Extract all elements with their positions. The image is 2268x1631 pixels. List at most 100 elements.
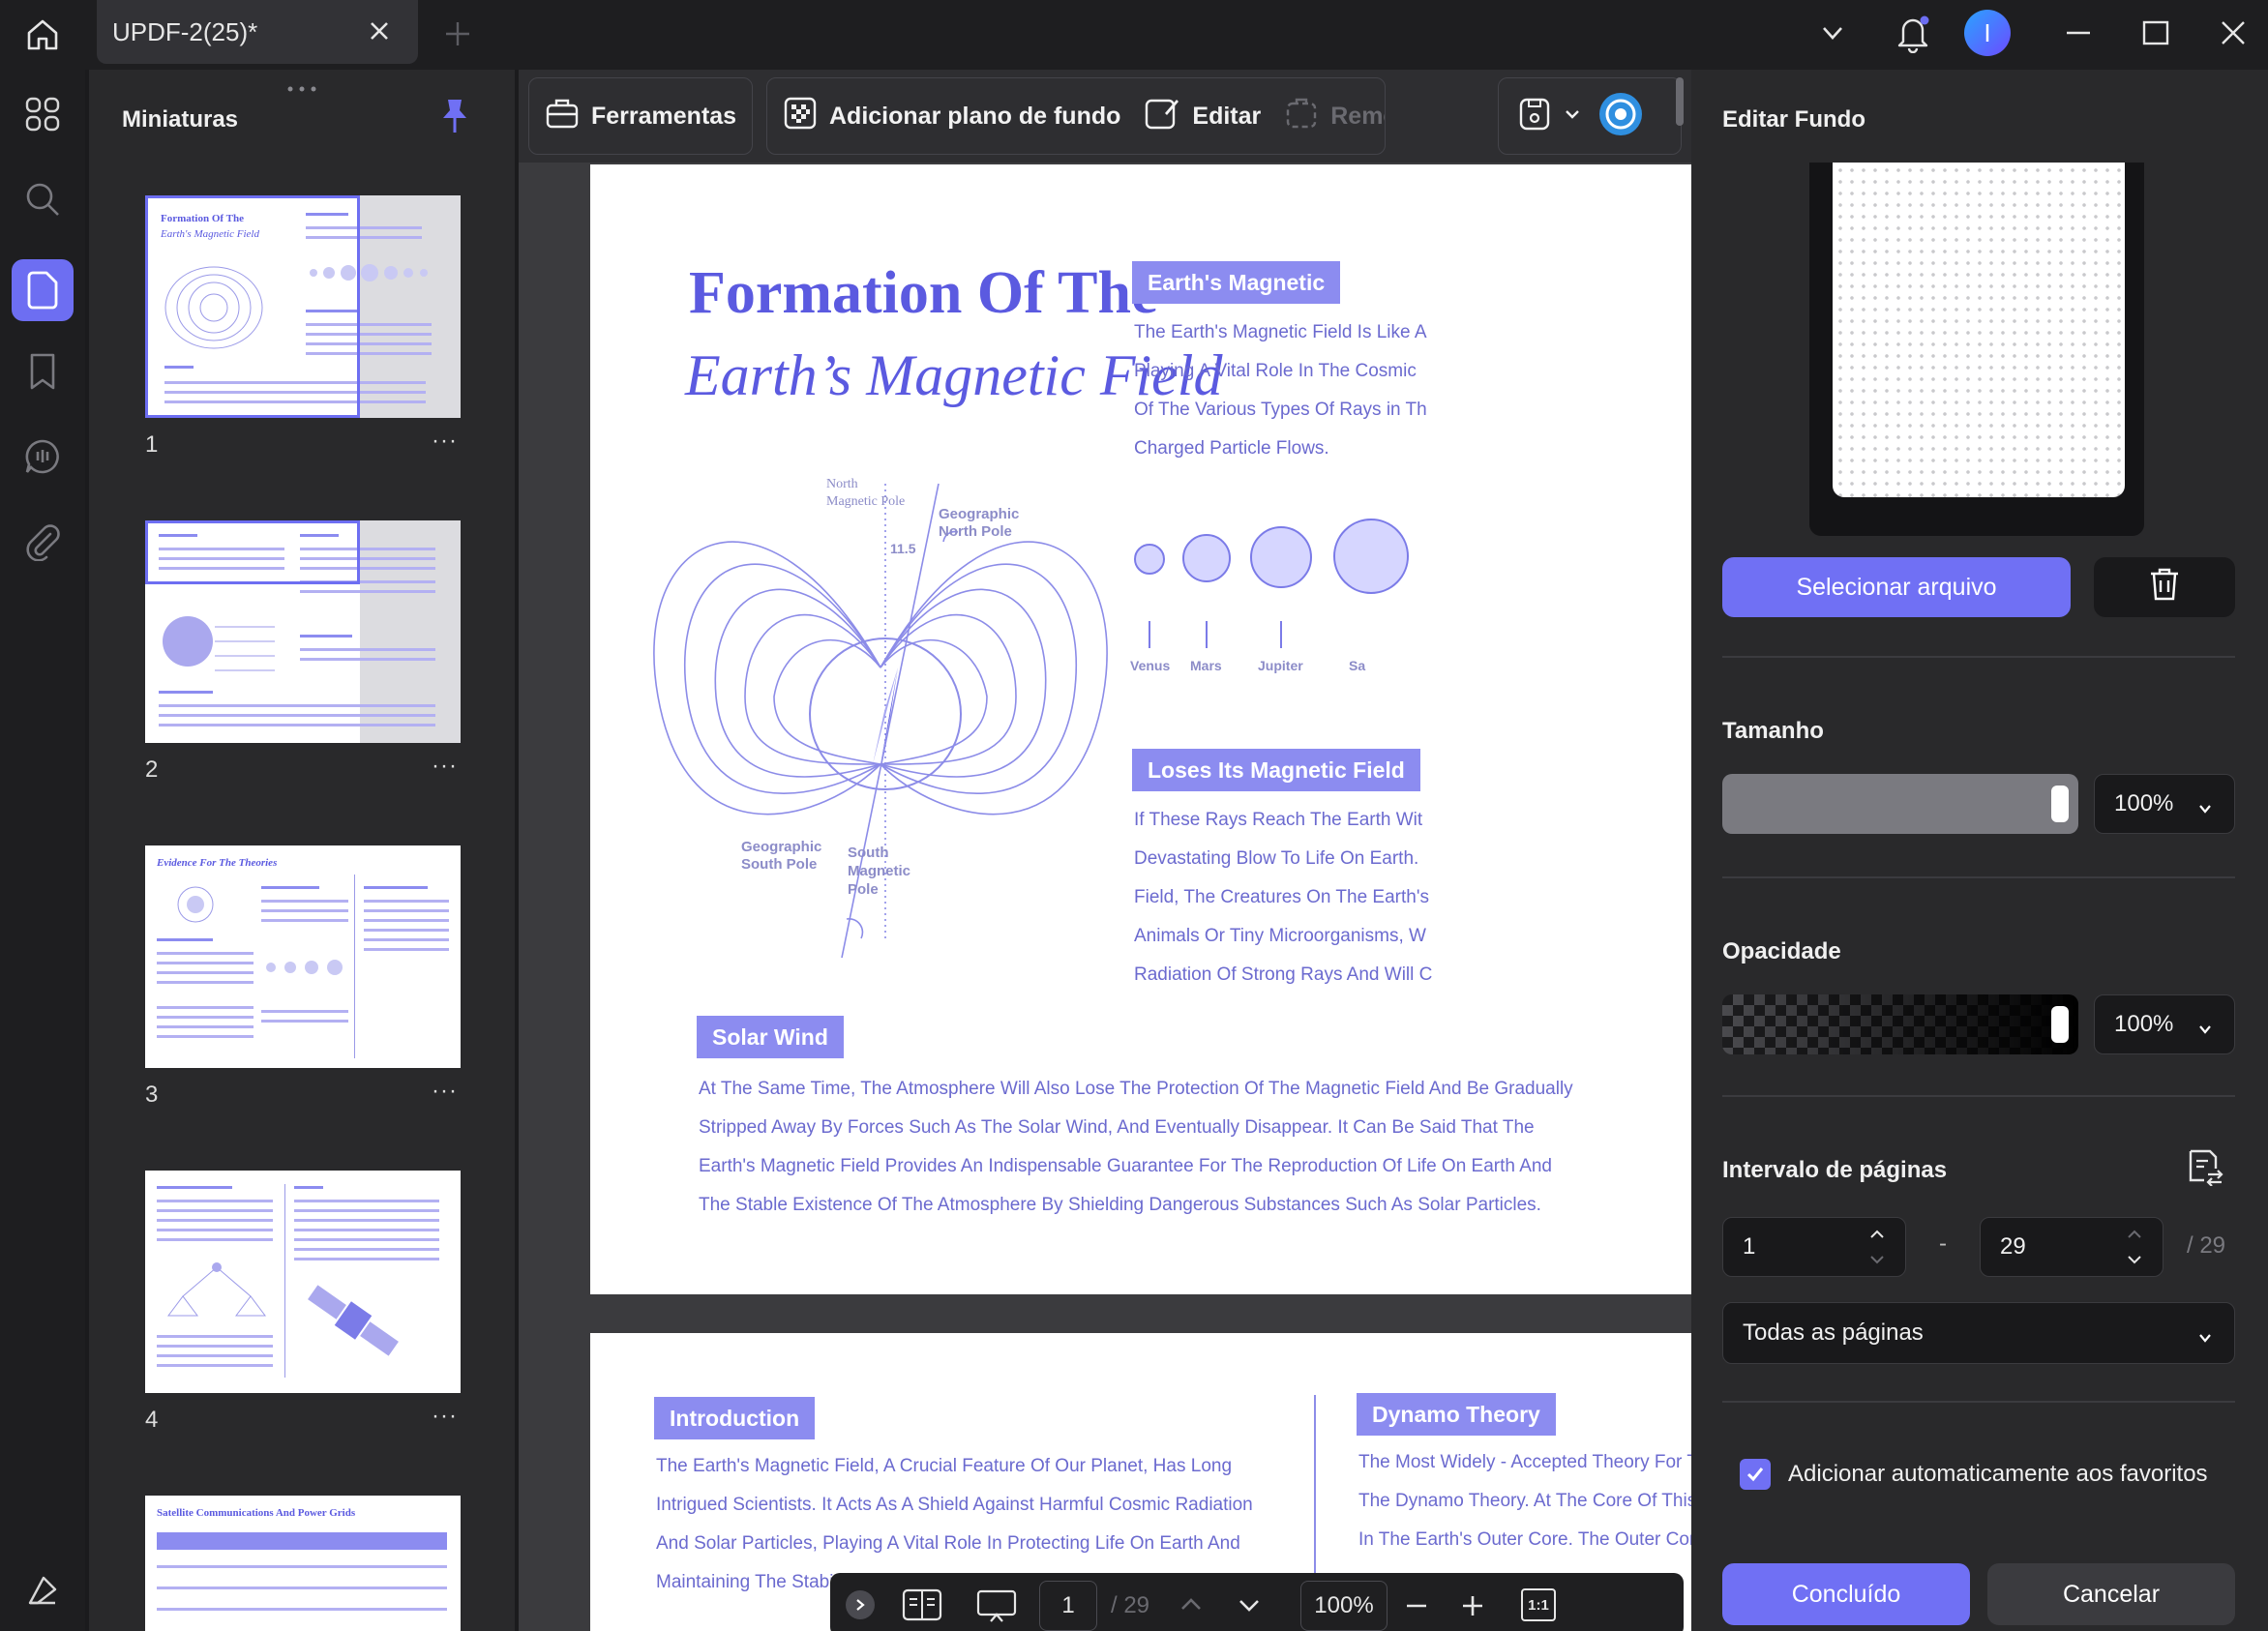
thumb-line — [157, 1565, 447, 1568]
tools-button[interactable]: Ferramentas — [528, 77, 753, 155]
current-page-input[interactable]: 1 — [1039, 1581, 1097, 1631]
page-thumbnail-2[interactable] — [145, 520, 461, 743]
thumb-line — [300, 635, 352, 638]
auto-favorites-checkbox[interactable] — [1740, 1459, 1771, 1490]
thumb-line — [364, 900, 449, 903]
planet-label-jupiter: Jupiter — [1258, 658, 1303, 673]
pin-icon[interactable] — [439, 97, 470, 140]
thumb-line — [159, 714, 435, 717]
thumbnails-title: Miniaturas — [122, 106, 239, 133]
thumb-line — [159, 704, 435, 707]
size-slider[interactable] — [1722, 774, 2078, 834]
thumb-more-button[interactable]: ··· — [432, 753, 458, 780]
toolbar-scrollbar[interactable] — [1676, 77, 1684, 126]
thumb-divider — [354, 875, 355, 1058]
page-thumbnail-1[interactable]: Formation Of The Earth's Magnetic Field — [145, 195, 461, 418]
loses-magnetic-heading: Loses Its Magnetic Field — [1132, 749, 1420, 791]
new-tab-icon[interactable] — [439, 15, 476, 52]
opacity-slider[interactable] — [1722, 994, 2078, 1054]
reading-mode-icon[interactable] — [902, 1588, 942, 1626]
previous-page-chevron-up-icon[interactable] — [1179, 1592, 1204, 1622]
page-subset-dropdown[interactable]: Todas as páginas — [1722, 1302, 2235, 1364]
page-range-settings-icon[interactable] — [2185, 1147, 2223, 1191]
minimize-icon[interactable] — [2059, 14, 2098, 52]
save-options-chevron-icon[interactable] — [1563, 104, 1582, 129]
visible-area-selection[interactable] — [145, 195, 360, 418]
thumb-line — [159, 691, 213, 694]
visible-area-selection[interactable] — [145, 520, 360, 584]
attachment-icon[interactable] — [12, 511, 74, 573]
document-view: Ferramentas Adicionar plano de fundo Edi… — [519, 70, 1693, 1631]
page-thumbnail-5[interactable]: Satellite Communications And Power Grids — [145, 1496, 461, 1631]
bookmark-icon[interactable] — [12, 341, 74, 402]
done-button[interactable]: Concluído — [1722, 1563, 1970, 1625]
stepper-arrows-icon[interactable] — [2126, 1228, 2143, 1273]
thumb-line — [157, 971, 254, 974]
thumbnails-page-icon[interactable] — [12, 259, 74, 321]
collapse-nav-chevron-icon[interactable] — [846, 1590, 875, 1619]
earths-magnetic-heading: Earth's Magnetic — [1132, 261, 1341, 304]
next-page-chevron-down-icon[interactable] — [1237, 1592, 1262, 1622]
maximize-icon[interactable] — [2136, 14, 2175, 52]
solar-wind-line: The Stable Existence Of The Atmosphere B… — [699, 1195, 1541, 1215]
thumb-line — [294, 1238, 439, 1241]
stepper-arrows-icon[interactable] — [1868, 1228, 1886, 1273]
thumb-more-button[interactable]: ··· — [432, 1403, 458, 1430]
thumb-more-button[interactable]: ··· — [432, 1078, 458, 1105]
loses-line: If These Rays Reach The Earth Wit — [1134, 810, 1423, 830]
range-to-stepper[interactable]: 29 — [1980, 1217, 2164, 1277]
thumb-line — [157, 1006, 254, 1009]
thumb-line — [364, 886, 428, 889]
delete-file-button[interactable] — [2094, 557, 2235, 617]
opacity-dropdown[interactable]: 100% — [2094, 994, 2235, 1054]
cancel-button[interactable]: Cancelar — [1987, 1563, 2235, 1625]
range-from-stepper[interactable]: 1 — [1722, 1217, 1906, 1277]
ai-assistant-icon[interactable] — [1597, 91, 1644, 142]
size-dropdown[interactable]: 100% — [2094, 774, 2235, 834]
close-tab-icon[interactable] — [366, 17, 393, 44]
introduction-heading: Introduction — [654, 1397, 816, 1439]
chevron-down-icon — [2197, 1325, 2213, 1352]
size-slider-handle[interactable] — [2051, 786, 2069, 822]
home-icon[interactable] — [14, 8, 72, 62]
user-avatar[interactable]: I — [1964, 10, 2011, 56]
page-thumbnail-4[interactable] — [145, 1171, 461, 1393]
thumb-heading: Evidence For The Theories — [157, 857, 278, 869]
zoom-in-icon[interactable] — [1459, 1592, 1486, 1624]
add-background-button[interactable]: Adicionar plano de fundo — [767, 96, 1136, 137]
document-tab[interactable]: UPDF-2(25)* — [97, 0, 418, 64]
thumb-line — [261, 886, 319, 889]
planet-label-mars: Mars — [1190, 658, 1222, 673]
remove-background-icon — [1284, 96, 1319, 137]
introduction-line: And Solar Particles, Playing A Vital Rol… — [656, 1533, 1240, 1554]
thumb-line — [157, 1364, 273, 1367]
zoom-out-icon[interactable] — [1403, 1592, 1430, 1624]
remove-background-button[interactable]: Remover — [1276, 96, 1385, 137]
auto-favorites-label: Adicionar automaticamente aos favoritos — [1788, 1461, 2208, 1487]
page-thumbnail-3[interactable]: Evidence For The Theories — [145, 845, 461, 1068]
chevron-down-icon[interactable] — [1813, 14, 1852, 52]
panel-drag-handle[interactable] — [286, 79, 317, 92]
thumb-more-button[interactable]: ··· — [432, 428, 458, 455]
thumb-line — [157, 1345, 273, 1348]
thumb-diagram — [177, 886, 214, 923]
zoom-level-field[interactable]: 100% — [1300, 1581, 1388, 1631]
thumb-line — [157, 1229, 273, 1231]
close-window-icon[interactable] — [2214, 14, 2253, 52]
theme-icon[interactable] — [12, 1559, 74, 1621]
presentation-icon[interactable] — [975, 1588, 1018, 1628]
actual-size-button[interactable]: 1:1 — [1521, 1588, 1556, 1621]
range-dash: - — [1939, 1231, 1947, 1257]
edit-background-icon — [1144, 96, 1180, 137]
all-tools-grid-icon[interactable] — [12, 83, 74, 145]
loses-line: Devastating Blow To Life On Earth. — [1134, 848, 1419, 869]
comment-icon[interactable] — [12, 426, 74, 488]
magnetic-field-diagram: North Magnetic Pole Geographic North Pol… — [653, 477, 1108, 959]
select-file-button[interactable]: Selecionar arquivo — [1722, 557, 2071, 617]
edit-background-button[interactable]: Editar — [1136, 96, 1276, 137]
opacity-slider-handle[interactable] — [2051, 1006, 2069, 1043]
page-title-line1: Formation Of The — [689, 260, 1158, 326]
search-icon[interactable] — [12, 168, 74, 230]
notification-bell-icon[interactable] — [1891, 10, 1935, 56]
save-icon[interactable] — [1518, 97, 1551, 136]
